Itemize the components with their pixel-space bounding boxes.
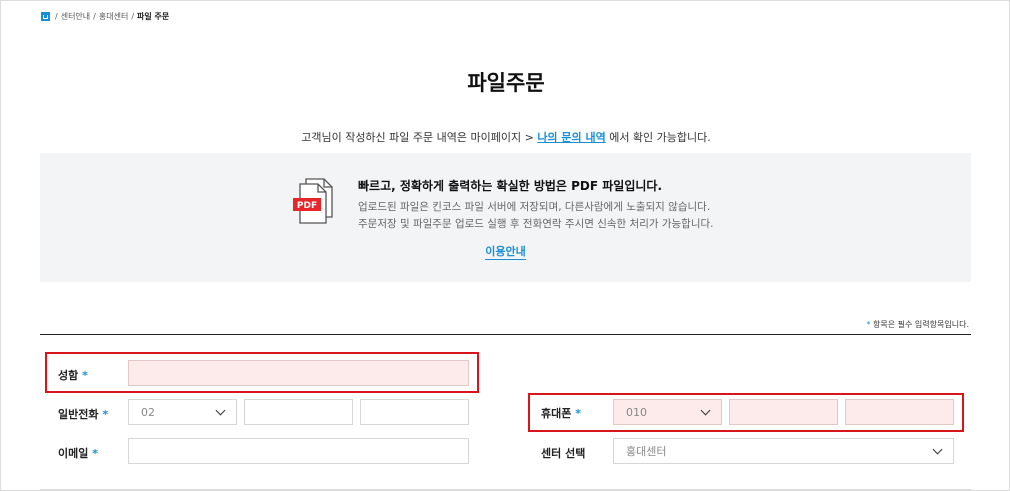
center-label: 센터 선택 — [541, 447, 586, 460]
email-label: 이메일 * — [58, 447, 98, 460]
intro-text: 고객님이 작성하신 파일 주문 내역은 마이페이지 > 나의 문의 내역 에서 … — [301, 131, 711, 144]
chevron-down-icon — [932, 444, 943, 454]
phone-area-select[interactable]: 02 — [128, 399, 237, 425]
info-line: 주문저장 및 파일주문 업로드 실행 후 전화연락 주시면 신속한 처리가 가능… — [358, 218, 714, 230]
home-icon[interactable] — [41, 12, 50, 21]
required-note: * 항목은 필수 입력항목입니다. — [866, 320, 970, 329]
highlight-box — [45, 352, 479, 393]
divider — [40, 334, 971, 335]
phone-label: 일반전화 * — [58, 408, 109, 421]
phone-middle-input[interactable] — [244, 399, 353, 425]
divider — [40, 489, 971, 490]
breadcrumb-item[interactable]: 센터안내 — [61, 11, 90, 22]
pdf-file-icon: PDF — [293, 178, 333, 224]
breadcrumb-item[interactable]: 홍대센터 — [99, 11, 128, 22]
highlight-box — [528, 393, 964, 432]
center-select[interactable]: 홍대센터 — [613, 438, 954, 464]
info-headline: 빠르고, 정확하게 출력하는 확실한 방법은 PDF 파일입니다. — [358, 179, 663, 193]
pdf-badge-label: PDF — [297, 201, 317, 211]
chevron-down-icon — [215, 405, 226, 415]
usage-guide-link[interactable]: 이용안내 — [485, 245, 526, 260]
page-title: 파일주문 — [467, 71, 545, 95]
info-box: PDF 빠르고, 정확하게 출력하는 확실한 방법은 PDF 파일입니다. 업로… — [40, 153, 971, 282]
email-input[interactable] — [128, 438, 469, 464]
breadcrumb-current: 파일 주문 — [137, 12, 170, 21]
info-line: 업로드된 파일은 킨코스 파일 서버에 저장되며, 다른사람에게 노출되지 않습… — [358, 201, 711, 213]
my-inquiry-link[interactable]: 나의 문의 내역 — [537, 131, 605, 144]
phone-last-input[interactable] — [360, 399, 469, 425]
breadcrumb: / 센터안내 / 홍대센터 / 파일 주문 — [41, 11, 169, 22]
